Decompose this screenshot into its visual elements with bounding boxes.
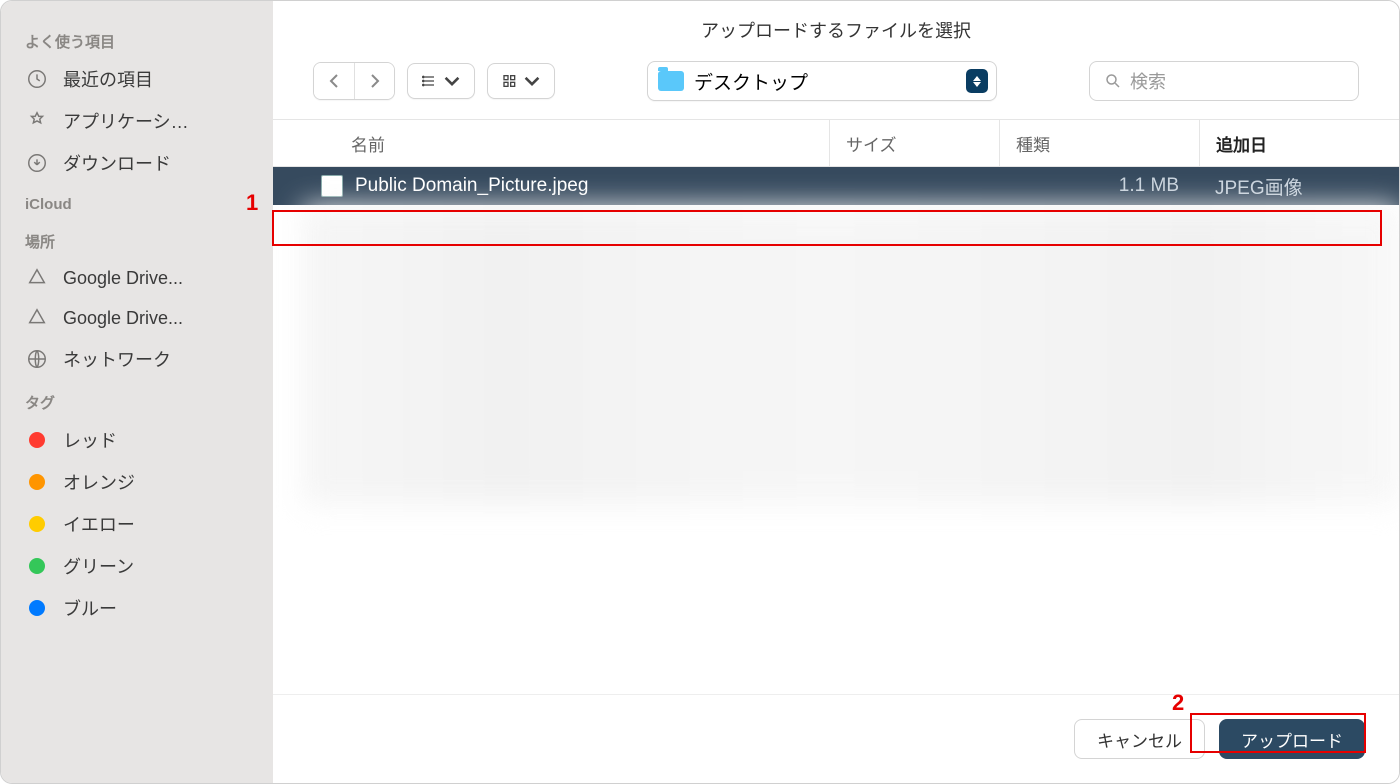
tag-dot-icon (29, 432, 45, 448)
tag-dot-icon (29, 558, 45, 574)
forward-button[interactable] (354, 63, 394, 99)
network-icon (25, 347, 49, 371)
sidebar-item-downloads[interactable]: ダウンロード (1, 142, 273, 184)
chevron-down-icon (524, 73, 540, 89)
search-input[interactable]: 検索 (1089, 61, 1359, 101)
file-size: 1.1 MB (1029, 175, 1199, 197)
blurred-content (303, 205, 1399, 505)
sidebar-tag-green[interactable]: グリーン (1, 545, 273, 587)
sidebar-tag-orange[interactable]: オレンジ (1, 461, 273, 503)
file-picker-window: よく使う項目 最近の項目 アプリケーシ… ダウンロード iCloud 場所 Go… (0, 0, 1400, 784)
cancel-button[interactable]: キャンセル (1074, 719, 1205, 759)
image-file-icon (321, 175, 343, 197)
sidebar-tag-red[interactable]: レッド (1, 419, 273, 461)
location-dropdown[interactable]: デスクトップ (647, 61, 997, 101)
search-icon (1104, 72, 1122, 90)
gdrive-icon (25, 306, 49, 330)
toolbar: デスクトップ 検索 (273, 55, 1399, 119)
column-header: 名前 サイズ 種類 追加日 (273, 119, 1399, 167)
main-panel: アップロードするファイルを選択 デスクトップ (273, 1, 1399, 783)
column-size[interactable]: サイズ (829, 120, 999, 166)
clock-icon (25, 67, 49, 91)
sidebar-item-applications[interactable]: アプリケーシ… (1, 100, 273, 142)
column-name[interactable]: 名前 (313, 131, 829, 156)
folder-icon (658, 71, 684, 91)
footer: キャンセル アップロード (273, 694, 1399, 783)
back-button[interactable] (314, 63, 354, 99)
updown-icon (966, 69, 988, 93)
file-row[interactable]: Public Domain_Picture.jpeg 1.1 MB JPEG画像 (273, 167, 1399, 205)
column-kind[interactable]: 種類 (999, 120, 1199, 166)
upload-button[interactable]: アップロード (1219, 719, 1365, 759)
sidebar-tags-header: タグ (1, 380, 273, 419)
sidebar-item-gdrive-2[interactable]: Google Drive... (1, 298, 273, 338)
apps-icon (25, 109, 49, 133)
column-date[interactable]: 追加日 (1199, 120, 1399, 166)
chevron-down-icon (444, 73, 460, 89)
search-placeholder: 検索 (1130, 68, 1166, 94)
group-dropdown[interactable] (487, 63, 555, 99)
sidebar-favorites-header: よく使う項目 (1, 19, 273, 58)
sidebar: よく使う項目 最近の項目 アプリケーシ… ダウンロード iCloud 場所 Go… (1, 1, 273, 783)
nav-group (313, 62, 395, 100)
sidebar-locations-header: 場所 (1, 219, 273, 258)
gdrive-icon (25, 266, 49, 290)
file-list: Public Domain_Picture.jpeg 1.1 MB JPEG画像 (273, 167, 1399, 694)
tag-dot-icon (29, 600, 45, 616)
sidebar-tag-yellow[interactable]: イエロー (1, 503, 273, 545)
tag-dot-icon (29, 474, 45, 490)
file-kind: JPEG画像 (1199, 173, 1399, 200)
sidebar-icloud-header: iCloud (1, 184, 273, 219)
dialog-title: アップロードするファイルを選択 (273, 1, 1399, 55)
sidebar-item-recents[interactable]: 最近の項目 (1, 58, 273, 100)
sidebar-tag-blue[interactable]: ブルー (1, 587, 273, 629)
sidebar-item-network[interactable]: ネットワーク (1, 338, 273, 380)
file-name: Public Domain_Picture.jpeg (355, 175, 1029, 197)
view-mode-dropdown[interactable] (407, 63, 475, 99)
tag-dot-icon (29, 516, 45, 532)
download-icon (25, 151, 49, 175)
sidebar-item-gdrive-1[interactable]: Google Drive... (1, 258, 273, 298)
